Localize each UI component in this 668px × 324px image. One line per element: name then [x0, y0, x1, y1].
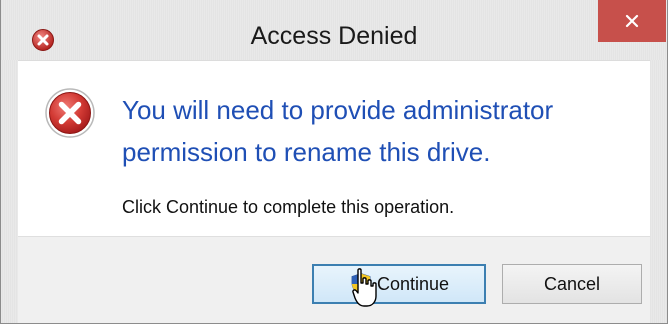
detail-text: Click Continue to complete this operatio…: [122, 197, 455, 217]
access-denied-dialog: Access Denied You will need to provide a…: [0, 0, 668, 324]
close-button[interactable]: [598, 0, 666, 42]
window-frame-left: [0, 60, 18, 324]
mouse-cursor-icon: [352, 268, 377, 307]
main-instruction: You will need to provide administrator p…: [122, 95, 554, 167]
continue-button[interactable]: Continue: [312, 264, 486, 304]
close-icon: [625, 14, 639, 28]
cancel-button-label: Cancel: [543, 273, 601, 294]
continue-button-label: Continue: [376, 273, 450, 294]
button-area: Continue Cancel: [18, 236, 650, 324]
dialog-content: You will need to provide administrator p…: [18, 60, 650, 236]
error-icon: [45, 88, 95, 138]
window-title: Access Denied: [250, 22, 418, 50]
cancel-button[interactable]: Cancel: [502, 264, 642, 304]
window-frame-right: [650, 60, 668, 324]
